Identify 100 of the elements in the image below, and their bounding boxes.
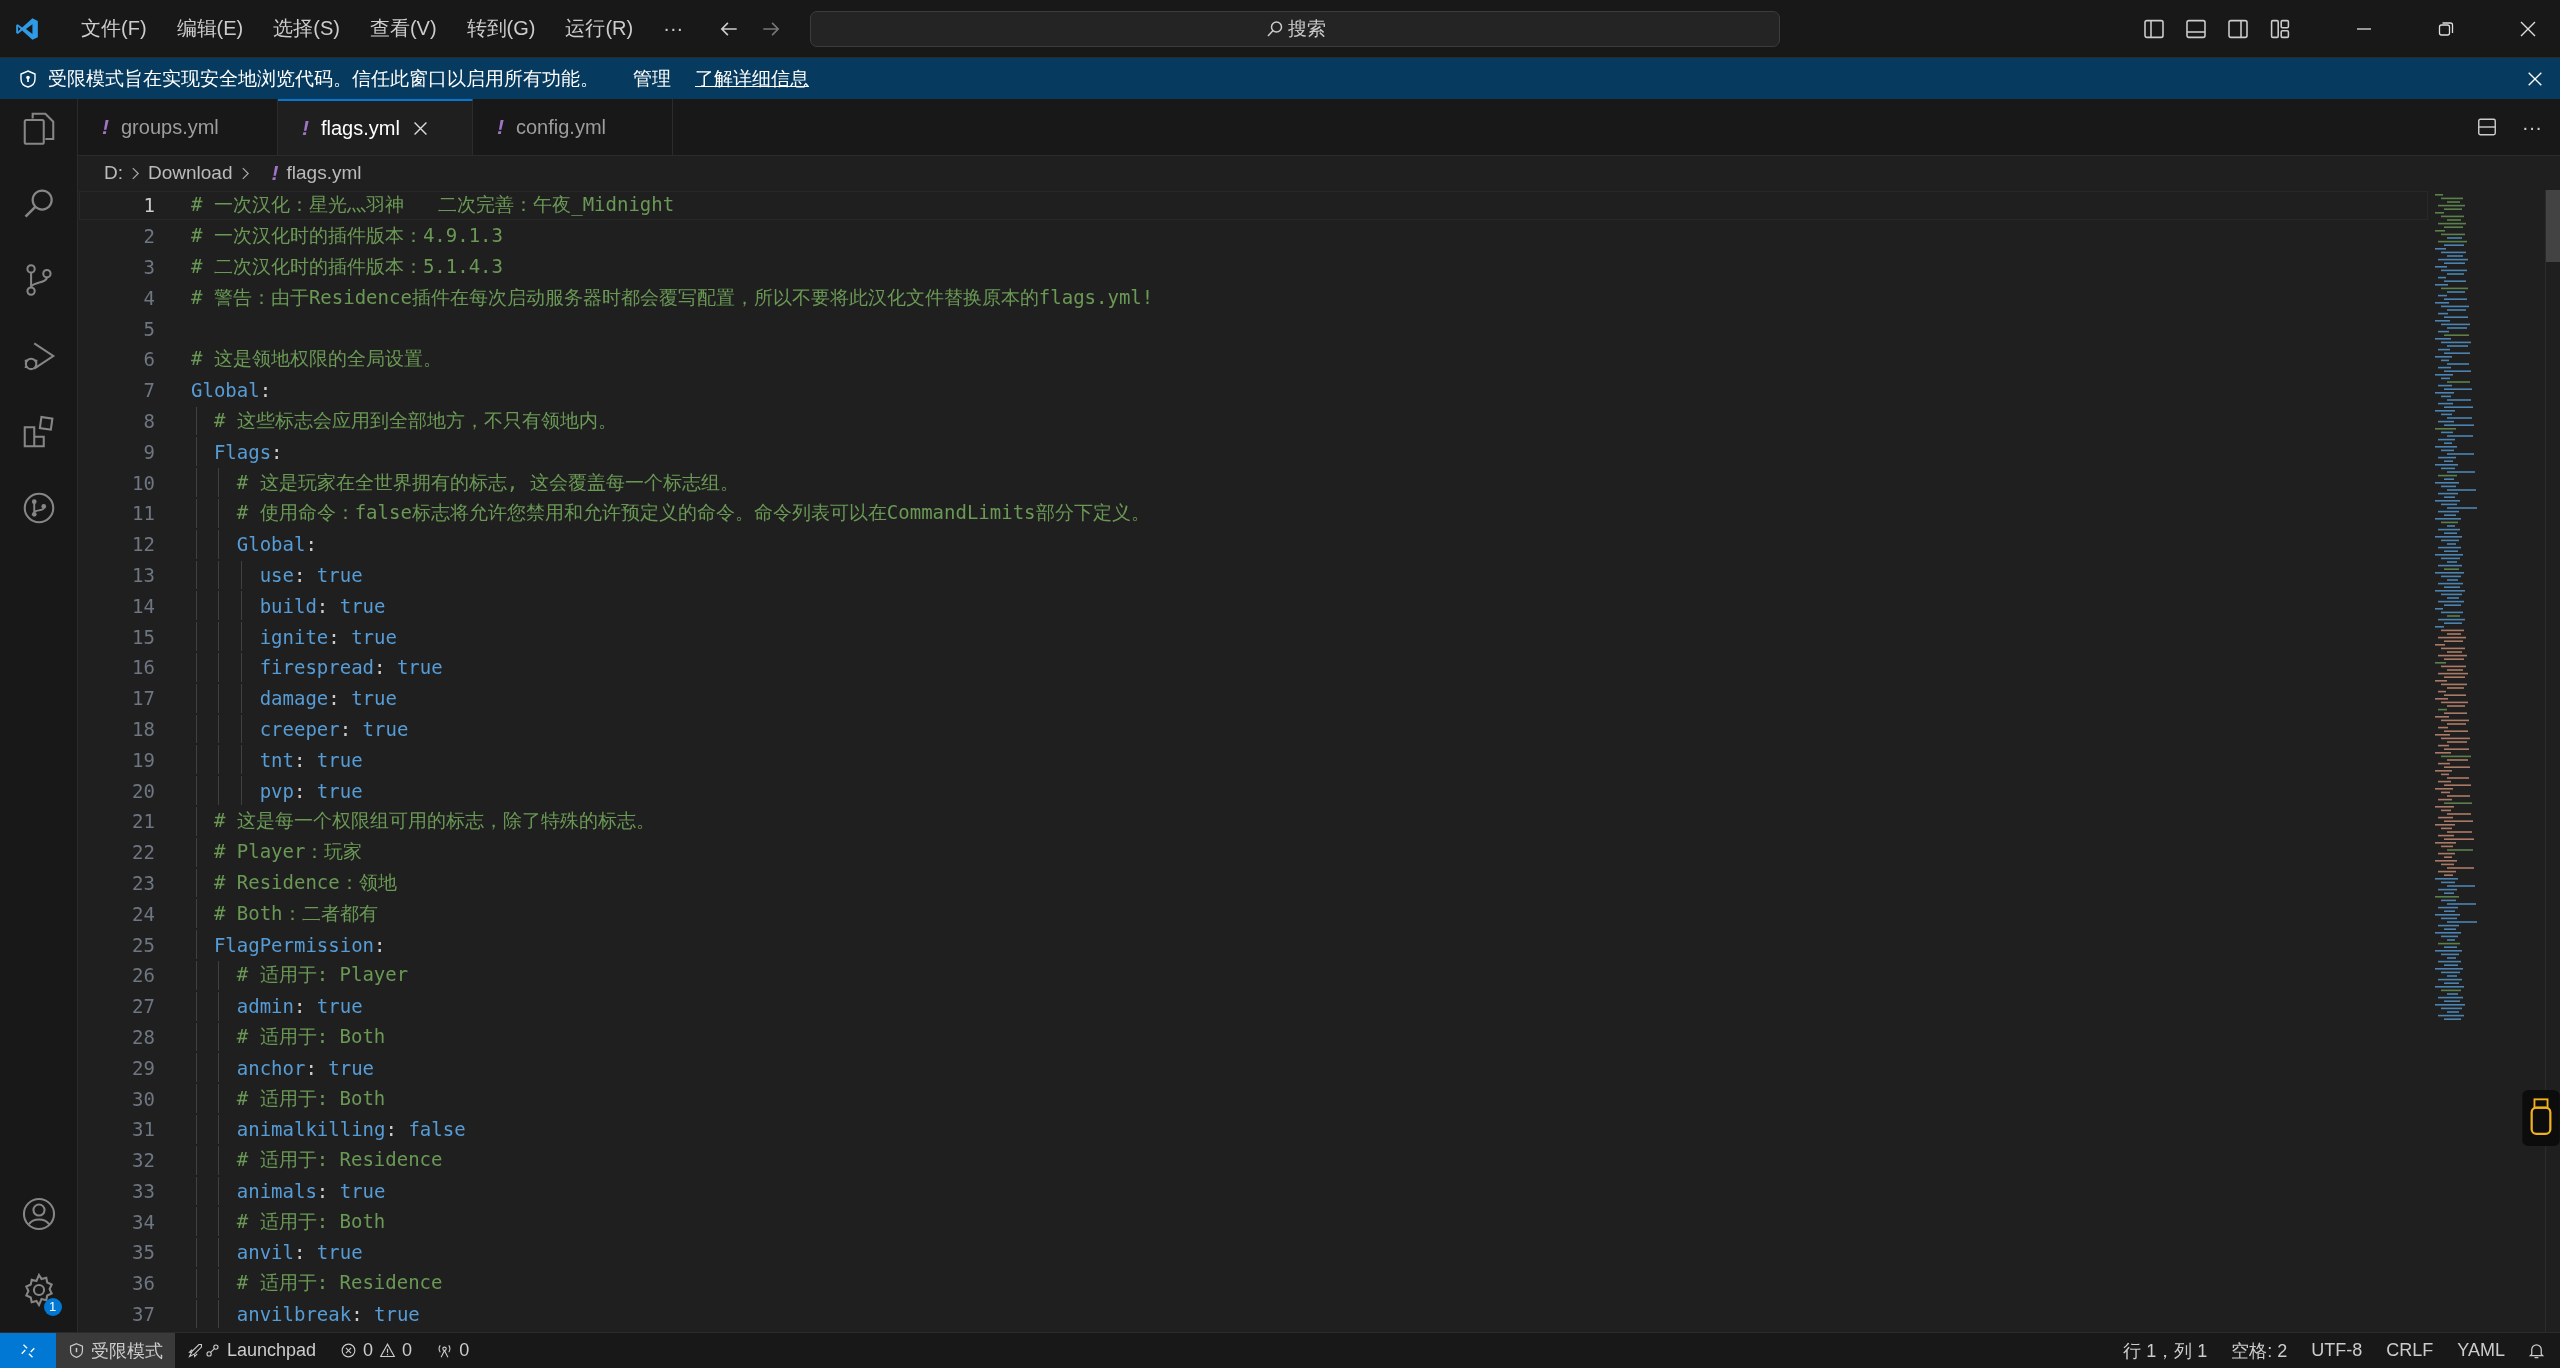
line-number: 22 [131,841,155,864]
menu-item[interactable]: 文件(F) [66,15,162,42]
line-number: 34 [131,1210,155,1233]
code-line: ignite: true [259,625,397,648]
code-line: anvilbreak: true [236,1303,420,1326]
code-comment: # 适用于: Residence [236,1270,443,1296]
line-number: 30 [131,1087,155,1110]
line-number: 13 [131,563,155,586]
line-number: 7 [142,379,155,402]
line-number: 12 [131,533,155,556]
breadcrumb-item[interactable]: D: [104,162,123,184]
split-editor-icon[interactable] [2476,116,2498,138]
breadcrumb-item[interactable]: flags.yml [286,162,362,184]
status-item[interactable]: CRLF [2374,1333,2446,1368]
menu-item[interactable]: 查看(V) [354,15,452,42]
more-actions-button[interactable]: ··· [2522,115,2542,139]
restricted-mode-item[interactable]: 受限模式 [56,1333,175,1368]
line-number: 24 [131,902,155,925]
code-line: Global: [236,533,317,556]
line-number: 29 [131,1056,155,1079]
menu-item[interactable]: 运行(R) [550,15,649,42]
line-number: 32 [131,1149,155,1172]
editor-tab[interactable]: ! flags.yml [278,99,473,155]
line-number: 1 [142,194,155,217]
line-number: 23 [131,871,155,894]
code-comment: # 这是每一个权限组可用的标志，除了特殊的标志。 [213,808,655,834]
code-comment: # 适用于: Residence [236,1147,443,1173]
code-line: animalkilling: false [236,1118,466,1141]
line-number: 20 [131,779,155,802]
code-comment: # 使用命令：false标志将允许您禁用和允许预定义的命令。命令列表可以在CommandLimits部分下定义。 [236,500,1150,526]
line-number: 33 [131,1179,155,1202]
line-number: 8 [142,409,155,432]
app-logo-icon [14,15,40,42]
yaml-file-icon: ! [271,161,279,185]
status-item[interactable]: YAML [2445,1333,2517,1368]
line-number: 2 [142,225,155,248]
code-comment: # 二次汉化时的插件版本：5.1.4.3 [191,254,503,279]
antenna-icon [436,1342,454,1359]
code-line: creeper: true [259,717,409,740]
line-number: 3 [142,256,155,278]
search-field[interactable]: 搜索 [810,10,1781,47]
problems-item[interactable]: 0 0 [328,1333,425,1368]
code-line: use: true [259,563,363,586]
line-number: 25 [131,933,155,956]
usb-drive-icon[interactable] [2522,1090,2560,1146]
code-comment: # 这些标志会应用到全部地方，不只有领地内。 [213,407,617,433]
menu-item[interactable]: 选择(S) [258,15,355,42]
breadcrumb-item[interactable]: Download [148,162,233,184]
code-comment: # Player：玩家 [213,839,363,865]
menu-item[interactable]: 编辑(E) [161,15,259,42]
code-comment: # 一次汉化时的插件版本：4.9.1.3 [191,223,503,249]
line-number: 11 [131,502,155,525]
line-number: 6 [142,348,155,371]
line-number: 37 [131,1303,155,1326]
line-number: 4 [142,286,155,309]
more-menu[interactable]: ··· [648,17,699,40]
banner-text: 受限模式旨在实现安全地浏览代码。信任此窗口以启用所有功能。 [48,66,599,91]
menu-item[interactable]: 转到(G) [451,15,551,42]
line-number: 36 [131,1272,155,1295]
line-number: 9 [142,440,155,463]
line-number: 21 [131,810,155,833]
code-line: FlagPermission: [213,933,386,956]
code-line: anchor: true [236,1056,375,1079]
status-item[interactable]: UTF-8 [2299,1333,2375,1368]
launchpad-item[interactable]: Launchpad [175,1333,329,1368]
code-comment: # 适用于: Both [236,1208,386,1234]
error-icon [340,1342,358,1359]
banner-link[interactable]: 了解详细信息 [695,65,809,92]
shield-icon [18,68,38,89]
code-comment: # 这是领地权限的全局设置。 [191,346,442,372]
code-line: Global: [191,379,272,402]
code-line: admin: true [236,995,363,1018]
scrollbar-thumb[interactable] [2546,190,2560,262]
chevron-right-icon [131,165,140,181]
code-comment: # Residence：领地 [213,869,397,895]
banner-link[interactable]: 管理 [633,65,671,92]
code-comment: # 一次汉化：星光灬羽神 二次完善：午夜_Midnight [191,192,675,218]
code-line: pvp: true [259,779,363,802]
code-comment: # 适用于: Player [236,962,409,988]
line-number: 17 [131,687,155,710]
code-line: Flags: [213,440,283,463]
bell-icon[interactable] [2527,1341,2546,1360]
code-line: animals: true [236,1179,386,1202]
line-number: 35 [131,1241,155,1264]
code-comment: # Both：二者都有 [213,900,378,926]
code-line: tnt: true [259,748,363,771]
code-line: build: true [259,594,386,617]
line-number: 19 [131,748,155,771]
warning-icon [379,1342,397,1359]
code-comment: # 警告：由于Residence插件在每次启动服务器时都会覆写配置，所以不要将此汉化文件替换原本的flags.yml! [191,284,1154,310]
line-number: 5 [142,317,155,340]
code-line: damage: true [259,687,397,710]
rocket-icon [187,1342,221,1359]
status-item[interactable]: 行 1，列 1 [2111,1333,2220,1368]
status-item[interactable]: 空格: 2 [2219,1333,2300,1368]
ports-item[interactable]: 0 [424,1333,482,1368]
line-number: 18 [131,717,155,740]
line-number: 15 [131,625,155,648]
line-number: 14 [131,594,155,617]
code-comment: # 这是玩家在全世界拥有的标志, 这会覆盖每一个标志组。 [236,469,739,495]
